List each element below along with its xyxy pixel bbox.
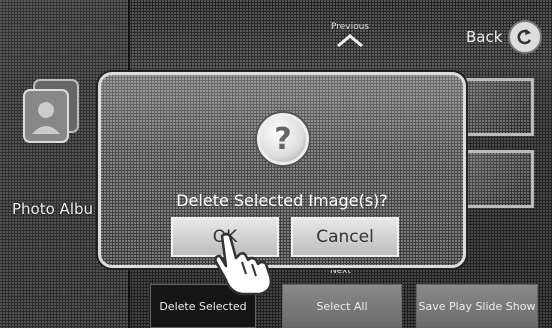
back-label: Back [466,28,503,46]
back-arrow-icon [508,20,543,54]
confirm-dialog: ? Delete Selected Image(s)? OK Cancel [98,72,466,268]
photo-thumbnail[interactable] [458,78,534,136]
cancel-button[interactable]: Cancel [291,217,399,257]
back-button[interactable]: Back [466,20,543,54]
pointing-hand-icon [214,232,273,296]
chevron-up-icon [337,34,363,48]
previous-label: Previous [330,22,370,32]
previous-button[interactable]: Previous [320,22,380,48]
photo-album-icon[interactable] [20,78,82,148]
select-all-button[interactable]: Select All [282,284,402,328]
slideshow-button[interactable]: Save Play Slide Show [416,284,538,328]
photo-thumbnail[interactable] [458,150,534,208]
dialog-message: Delete Selected Image(s)? [176,191,388,210]
question-icon: ? [257,113,309,165]
photo-album-label[interactable]: Photo Albu [12,200,93,218]
